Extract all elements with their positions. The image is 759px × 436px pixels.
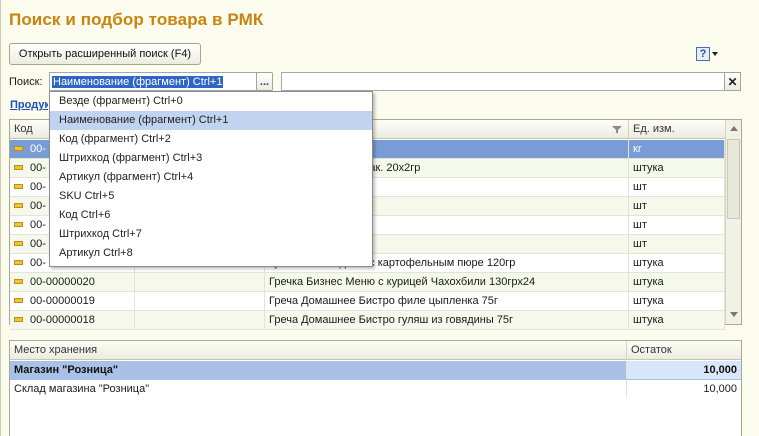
cell-text: шт <box>633 219 647 231</box>
cell-article <box>135 292 265 310</box>
cell-unit: штука <box>629 311 725 329</box>
table-row[interactable]: 00-00000019 Греча Домашнее Бистро филе цы… <box>10 292 725 311</box>
goods-scrollbar[interactable] <box>725 120 741 324</box>
help-button[interactable]: ? <box>696 45 722 63</box>
cell-text: штука <box>633 276 664 288</box>
cell-text: Гречка Бизнес Меню с курицей Чахохбили 1… <box>269 276 536 288</box>
table-row[interactable]: 00-00000020 Гречка Бизнес Меню с курицей … <box>10 273 725 292</box>
cell-unit: шт <box>629 216 725 234</box>
scroll-down-icon[interactable] <box>730 312 738 317</box>
cell-text: 00- <box>30 219 46 231</box>
cell-unit: шт <box>629 178 725 196</box>
item-icon <box>14 164 23 170</box>
cell-text: Греча Домашнее Бистро гуляш из говядины … <box>269 314 514 326</box>
cell-text: штука <box>633 295 664 307</box>
cell-text: Греча Домашнее Бистро филе цыпленка 75г <box>269 295 498 307</box>
cell-text: штука <box>633 257 664 269</box>
item-icon <box>14 316 23 322</box>
cell-text: 00- <box>30 238 46 250</box>
dropdown-item[interactable]: Штрихкод Ctrl+7 <box>50 225 372 244</box>
cell-text: шт <box>633 181 647 193</box>
dropdown-item[interactable]: Штрихкод (фрагмент) Ctrl+3 <box>50 149 372 168</box>
column-header-qty[interactable]: Остаток <box>627 341 741 360</box>
cell-text: 00- <box>30 143 46 155</box>
dropdown-item[interactable]: Артикул Ctrl+8 <box>50 244 372 263</box>
cell-unit: штука <box>629 159 725 177</box>
cell-code: 00-00000019 <box>10 292 135 310</box>
item-icon <box>14 240 23 246</box>
table-row[interactable]: 00-00000018 Греча Домашнее Бистро гуляш и… <box>10 311 725 330</box>
table-row[interactable]: Магазин "Розница" 10,000 <box>10 361 741 380</box>
dropdown-item[interactable]: Везде (фрагмент) Ctrl+0 <box>50 92 372 111</box>
cell-article <box>135 311 265 329</box>
stock-table: Место хранения Остаток Магазин "Розница"… <box>9 340 742 436</box>
ellipsis-icon[interactable]: ... <box>256 72 273 91</box>
cell-text: шт <box>633 200 647 212</box>
search-label: Поиск: <box>9 76 43 88</box>
cell-unit: шт <box>629 235 725 253</box>
scroll-up-icon[interactable] <box>730 126 738 131</box>
search-mode-value: Наименование (фрагмент) Ctrl+1 <box>52 75 224 88</box>
chevron-down-icon <box>712 52 718 56</box>
help-icon: ? <box>696 47 710 61</box>
item-icon <box>14 221 23 227</box>
cell-qty: 10,000 <box>703 383 737 395</box>
cell-code: 00-00000018 <box>10 311 135 329</box>
advanced-search-button[interactable]: Открыть расширенный поиск (F4) <box>9 43 201 65</box>
dropdown-item[interactable]: Артикул (фрагмент) Ctrl+4 <box>50 168 372 187</box>
search-mode-dropdown: Везде (фрагмент) Ctrl+0 Наименование (фра… <box>49 91 373 267</box>
cell-article <box>135 273 265 291</box>
column-header-unit[interactable]: Ед. изм. <box>629 120 725 139</box>
page-title: Поиск и подбор товара в РМК <box>9 10 264 29</box>
cell-text: 00- <box>30 257 46 269</box>
cell-text: шт <box>633 238 647 250</box>
dropdown-item[interactable]: Код Ctrl+6 <box>50 206 372 225</box>
scroll-thumb[interactable] <box>727 139 740 219</box>
item-icon <box>14 202 23 208</box>
dropdown-item[interactable]: SKU Ctrl+5 <box>50 187 372 206</box>
cell-text: штука <box>633 314 664 326</box>
cell-text: 00- <box>30 162 46 174</box>
dropdown-item[interactable]: Наименование (фрагмент) Ctrl+1 <box>50 111 372 130</box>
cell-name: Греча Домашнее Бистро филе цыпленка 75г <box>265 292 629 310</box>
cell-unit: штука <box>629 254 725 272</box>
cell-name: Греча Домашнее Бистро гуляш из говядины … <box>265 311 629 329</box>
cell-text: 00-00000018 <box>30 314 95 326</box>
cell-code: 00-00000020 <box>10 273 135 291</box>
cell-text: 00-00000020 <box>30 276 95 288</box>
close-icon[interactable]: ✕ <box>724 72 741 91</box>
cell-unit: штука <box>629 292 725 310</box>
cell-qty: 10,000 <box>627 361 741 379</box>
cell-text: 00-00000019 <box>30 295 95 307</box>
dropdown-item[interactable]: Код (фрагмент) Ctrl+2 <box>50 130 372 149</box>
cell-text: 00- <box>30 200 46 212</box>
item-icon <box>14 259 23 265</box>
cell-unit: шт <box>629 197 725 215</box>
cell-unit: штука <box>629 273 725 291</box>
column-header-place[interactable]: Место хранения <box>10 341 627 360</box>
cell-text: штука <box>633 162 664 174</box>
search-input[interactable] <box>281 72 725 91</box>
table-row[interactable]: Склад магазина "Розница" 10,000 <box>10 380 741 399</box>
cell-unit: кг <box>629 140 725 158</box>
cell-text: 00- <box>30 181 46 193</box>
item-icon <box>14 145 23 151</box>
cell-name: Гречка Бизнес Меню с курицей Чахохбили 1… <box>265 273 629 291</box>
cell-place: Магазин "Розница" <box>10 361 627 379</box>
cell-text: кг <box>633 143 642 155</box>
item-icon <box>14 278 23 284</box>
cell-place: Склад магазина "Розница" <box>10 380 627 398</box>
item-icon <box>14 183 23 189</box>
products-link[interactable]: Продукты <box>10 99 48 111</box>
item-icon <box>14 297 23 303</box>
search-mode-select[interactable]: Наименование (фрагмент) Ctrl+1 <box>49 72 257 91</box>
filter-icon[interactable] <box>612 126 622 133</box>
stock-table-header: Место хранения Остаток <box>10 341 741 360</box>
